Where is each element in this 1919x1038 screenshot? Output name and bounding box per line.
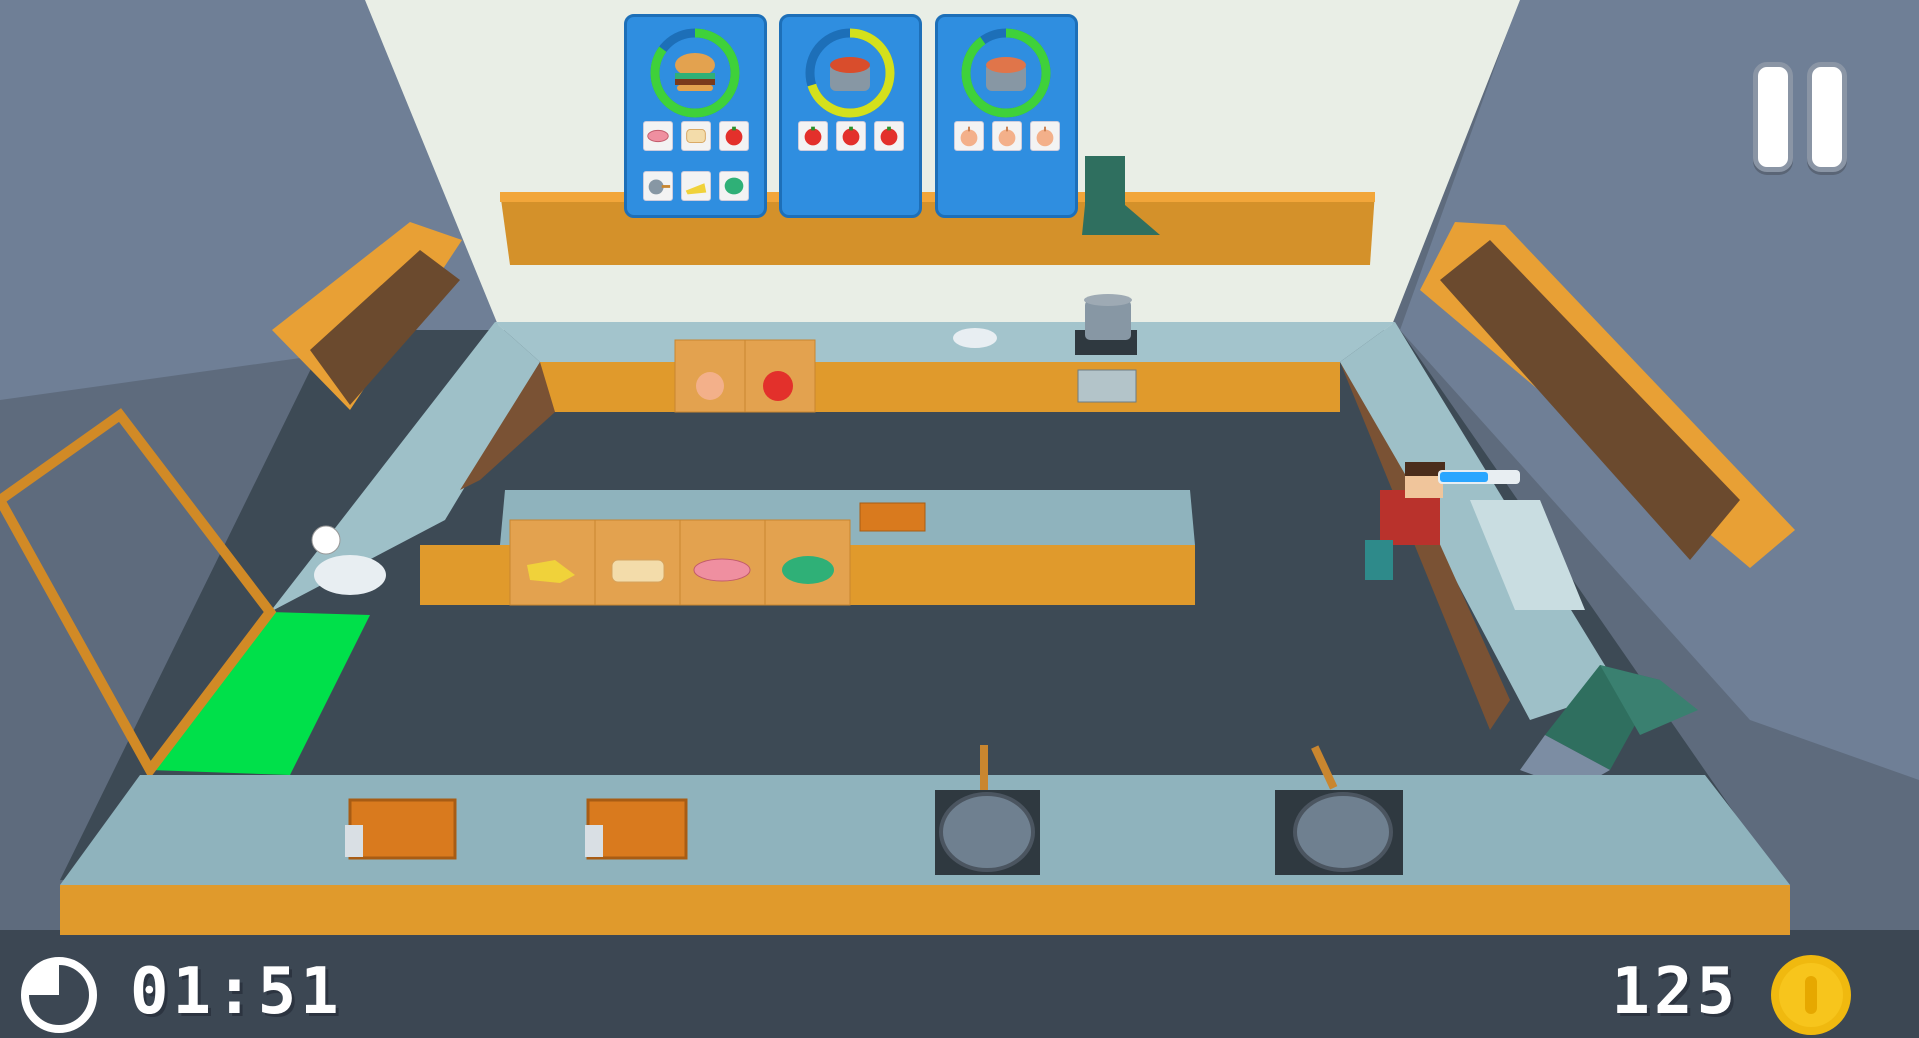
back-counter: [495, 322, 1395, 412]
order-card: [935, 14, 1078, 218]
tomato-icon: [874, 121, 904, 151]
tomato-soup-icon: [830, 57, 870, 91]
order-timer-ring: [961, 28, 1051, 118]
order-timer-ring: [805, 28, 895, 118]
front-chopping-board-1[interactable]: [345, 798, 457, 860]
onion-icon: [1030, 121, 1060, 151]
clock-icon: [21, 957, 97, 1033]
bread-icon: [681, 121, 711, 151]
onion-soup-icon: [986, 57, 1026, 91]
timer-text: 01:51: [130, 955, 343, 1029]
frying-pan-icon: [643, 171, 673, 201]
coins-text: 125: [1611, 955, 1739, 1029]
progress-bar-fill: [1440, 472, 1488, 482]
burger-icon: [675, 53, 715, 91]
meat-icon: [643, 121, 673, 151]
order-timer-ring: [650, 28, 740, 118]
back-crates: [674, 339, 816, 413]
front-counter: [60, 775, 1790, 935]
bread-icon: [611, 559, 665, 583]
lettuce-icon: [719, 171, 749, 201]
island-crates: [509, 519, 851, 606]
tomato-icon: [798, 121, 828, 151]
tomato-icon: [836, 121, 866, 151]
gold-coin-icon: [1771, 955, 1851, 1035]
meat-icon: [693, 558, 751, 582]
food-bubble: [311, 525, 341, 555]
tomato-icon: [719, 121, 749, 151]
onion-icon: [696, 372, 724, 400]
cheese-icon: [681, 171, 711, 201]
lettuce-icon: [782, 556, 834, 584]
pause-icon: [1753, 62, 1793, 172]
tomato-icon: [763, 371, 793, 401]
plate-left[interactable]: [314, 555, 386, 595]
front-chopping-board-2[interactable]: [585, 798, 688, 860]
onion-icon: [954, 121, 984, 151]
island-chopping-board[interactable]: [859, 502, 926, 532]
onion-icon: [992, 121, 1022, 151]
order-card: [624, 14, 767, 218]
plate-back[interactable]: [953, 328, 997, 348]
pause-icon-bar: [1807, 62, 1847, 172]
order-card: [779, 14, 922, 218]
pause-button[interactable]: [1742, 62, 1858, 178]
